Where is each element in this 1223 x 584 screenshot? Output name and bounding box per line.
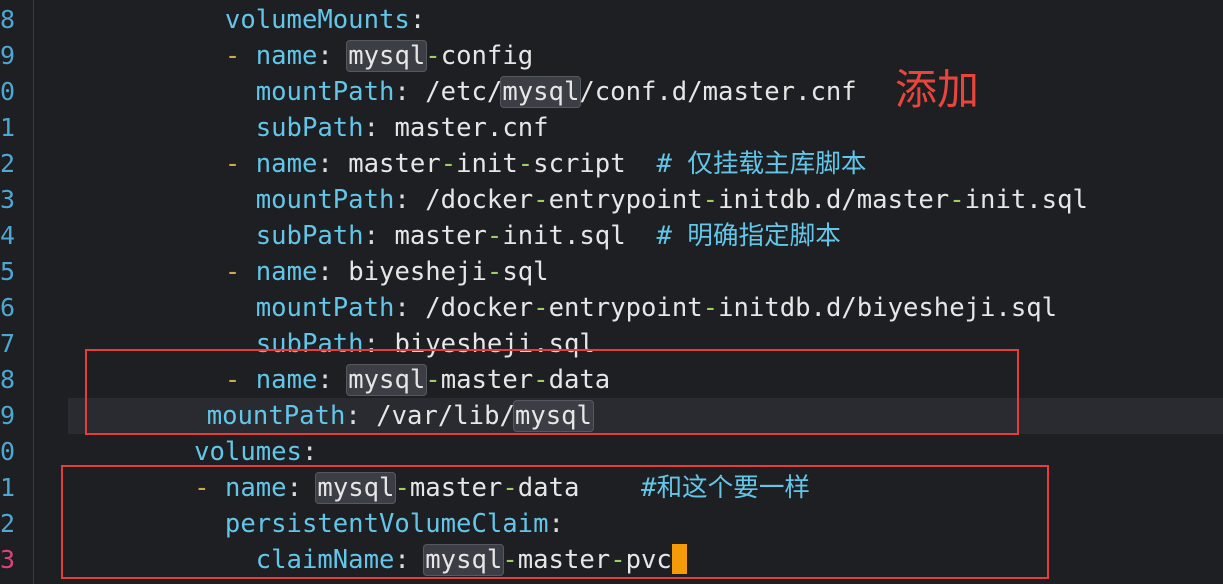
line-number: 9 [0,401,16,430]
yaml-value: master [394,221,487,251]
yaml-key: volumeMounts [224,5,410,35]
yaml-value: entrypoint [548,185,703,215]
yaml-value: master.cnf [394,113,549,143]
yaml-value: /conf.d/master.cnf [579,77,857,107]
line-number: 5 [0,257,16,286]
code-line[interactable]: mountPath: /etc/mysql/conf.d/master.cnf [40,74,1223,110]
line-number: 1 [0,473,16,502]
line-number: 0 [0,437,16,466]
yaml-value: /docker [425,293,534,323]
search-highlight: mysql [346,40,428,72]
yaml-value: init [456,149,518,179]
code-line[interactable]: subPath: master-init.sql # 明确指定脚本 [40,218,1223,254]
line-number: 9 [0,41,16,70]
line-number: 1 [0,113,16,142]
line-number: 2 [0,149,16,178]
yaml-key: mountPath [255,293,395,323]
yaml-value: init.sql [964,185,1088,215]
yaml-value: biyesheji [348,257,487,287]
line-number-gutter: 8 9 0 1 2 3 4 5 6 7 8 9 0 1 2 3 [0,0,34,584]
search-highlight: mysql [500,76,582,108]
yaml-key: subPath [255,221,364,251]
annotation-box-volume [61,465,1049,579]
line-number: 6 [0,293,16,322]
line-number: 0 [0,77,16,106]
line-number: 3 [0,185,16,214]
yaml-value: /docker [425,185,534,215]
yaml-value: sql [502,257,549,287]
yaml-key: name [255,41,318,71]
code-comment: # 明确指定脚本 [656,221,841,251]
yaml-key: mountPath [255,77,395,107]
line-number-active: 3 [0,545,16,574]
yaml-value: config [440,41,534,71]
yaml-value: /etc/ [425,77,503,107]
code-line[interactable]: volumeMounts: [40,2,1223,38]
yaml-value: script [533,149,626,179]
line-number: 8 [0,5,16,34]
line-number: 8 [0,365,16,394]
code-line[interactable]: mountPath: /docker-entrypoint-initdb.d/m… [40,182,1223,218]
yaml-value: initdb.d/biyesheji.sql [718,293,1058,323]
yaml-key: name [255,257,318,287]
code-comment: # 仅挂载主库脚本 [656,149,867,179]
yaml-value: entrypoint [548,293,703,323]
code-line[interactable]: mountPath: /docker-entrypoint-initdb.d/b… [40,290,1223,326]
code-line[interactable]: - name: master-init-script # 仅挂载主库脚本 [40,146,1223,182]
code-line[interactable]: - name: biyesheji-sql [40,254,1223,290]
annotation-text: 添加 [895,65,980,114]
line-number: 4 [0,221,16,250]
code-line[interactable]: subPath: master.cnf [40,110,1223,146]
yaml-value: initdb.d/master [718,185,950,215]
annotation-box-volume-mount [85,349,1019,435]
code-line[interactable]: - name: mysql-config [40,38,1223,74]
yaml-key: volumes [194,437,302,467]
yaml-key: name [255,149,318,179]
yaml-key: subPath [255,113,364,143]
line-number: 7 [0,329,16,358]
code-editor[interactable]: 8 9 0 1 2 3 4 5 6 7 8 9 0 1 2 3 volumeMo… [0,0,1223,584]
yaml-value: init.sql [502,221,626,251]
yaml-key: mountPath [255,185,395,215]
line-number: 2 [0,509,16,538]
yaml-value: master [348,149,441,179]
